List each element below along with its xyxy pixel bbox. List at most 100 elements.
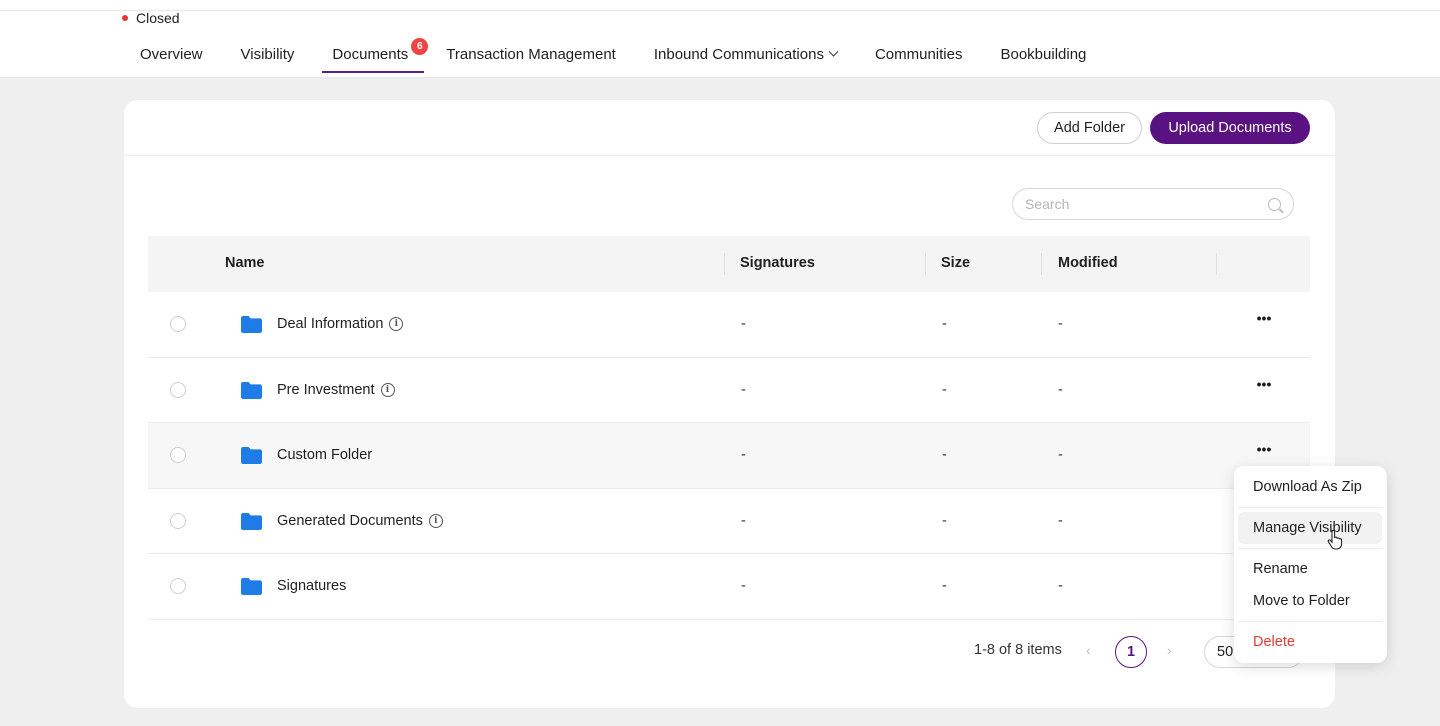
menu-item-delete[interactable]: Delete xyxy=(1238,626,1382,658)
folder-name[interactable]: Pre Investment i xyxy=(277,382,395,398)
folder-name-text: Signatures xyxy=(277,578,347,594)
info-icon[interactable]: i xyxy=(428,513,443,528)
tab-inbound-communications[interactable]: Inbound Communications xyxy=(653,46,839,73)
folder-icon xyxy=(241,316,262,333)
more-actions-icon[interactable]: ••• xyxy=(1256,377,1272,396)
status-dot-icon xyxy=(122,15,128,21)
deal-status: Closed xyxy=(122,10,180,26)
menu-item-download-zip[interactable]: Download As Zip xyxy=(1238,471,1382,503)
tab-label: Inbound Communications xyxy=(653,46,824,63)
folder-name-text: Generated Documents xyxy=(277,512,423,529)
page-size-value: 50 xyxy=(1217,644,1234,660)
row-select-radio[interactable] xyxy=(170,512,186,529)
signatures-cell: - xyxy=(741,381,746,398)
status-label: Closed xyxy=(136,10,180,26)
pagination: 1-8 of 8 items ‹ 1 › 50 xyxy=(124,636,1335,668)
menu-divider xyxy=(1238,507,1382,508)
row-select-radio[interactable] xyxy=(170,447,186,463)
folder-name-text: Deal Information xyxy=(277,316,384,332)
tab-transaction-management[interactable]: Transaction Management xyxy=(446,46,616,73)
row-context-menu: Download As Zip Manage Visibility Rename… xyxy=(1234,466,1387,663)
folder-name[interactable]: Deal Information i xyxy=(277,316,404,332)
row-select-radio[interactable] xyxy=(170,578,186,594)
card-toolbar: Add Folder Upload Documents xyxy=(124,100,1335,156)
column-header-size[interactable]: Size xyxy=(941,255,970,271)
table-row[interactable]: Generated Documents i - - - xyxy=(148,489,1310,554)
folder-icon xyxy=(241,447,262,464)
table-header: Name Signatures Size Modified xyxy=(148,236,1310,292)
tab-overview[interactable]: Overview xyxy=(140,46,203,73)
column-divider xyxy=(925,253,926,275)
modified-cell: - xyxy=(1058,316,1063,332)
pagination-summary: 1-8 of 8 items xyxy=(974,642,1062,658)
folder-icon xyxy=(241,578,262,595)
search-icon[interactable] xyxy=(1268,197,1281,211)
menu-divider xyxy=(1238,621,1382,622)
folder-name[interactable]: Custom Folder xyxy=(277,447,372,463)
column-header-name[interactable]: Name xyxy=(225,255,265,271)
signatures-cell: - xyxy=(741,447,746,463)
tab-bookbuilding[interactable]: Bookbuilding xyxy=(1000,46,1086,73)
signatures-cell: - xyxy=(741,316,746,332)
menu-item-move-to-folder[interactable]: Move to Folder xyxy=(1238,585,1382,617)
folder-name-text: Custom Folder xyxy=(277,447,373,463)
info-icon[interactable]: i xyxy=(380,382,395,397)
folder-icon xyxy=(241,381,262,399)
column-divider xyxy=(724,253,725,275)
tab-documents[interactable]: Documents 6 xyxy=(322,38,429,73)
tab-bar: Overview Visibility Documents 6 Transact… xyxy=(140,38,1124,78)
tab-label: Bookbuilding xyxy=(1000,46,1087,63)
column-header-signatures[interactable]: Signatures xyxy=(740,255,815,271)
column-divider xyxy=(1041,253,1042,275)
table-row[interactable]: Custom Folder - - - ••• xyxy=(148,423,1310,489)
more-actions-icon[interactable]: ••• xyxy=(1256,311,1272,330)
tab-label: Visibility xyxy=(240,46,295,63)
folder-name[interactable]: Signatures xyxy=(277,578,346,594)
tab-visibility[interactable]: Visibility xyxy=(241,46,295,73)
more-actions-icon[interactable]: ••• xyxy=(1256,442,1272,461)
size-cell: - xyxy=(942,316,947,332)
table-row[interactable]: Signatures - - - xyxy=(148,554,1310,620)
hand-cursor-icon xyxy=(1327,530,1343,550)
menu-item-rename[interactable]: Rename xyxy=(1238,553,1382,585)
tab-label: Transaction Management xyxy=(446,46,616,63)
table-row[interactable]: Pre Investment i - - - ••• xyxy=(148,358,1310,423)
chevron-right-icon[interactable]: › xyxy=(1167,642,1172,658)
size-cell: - xyxy=(942,447,947,463)
documents-count-badge: 6 xyxy=(411,38,429,55)
tab-communities[interactable]: Communities xyxy=(875,46,963,73)
size-cell: - xyxy=(942,578,947,594)
signatures-cell: - xyxy=(741,578,746,594)
info-icon[interactable]: i xyxy=(389,317,404,331)
modified-cell: - xyxy=(1058,512,1063,529)
search-input[interactable] xyxy=(1025,196,1268,212)
add-folder-button[interactable]: Add Folder xyxy=(1037,112,1142,144)
modified-cell: - xyxy=(1058,578,1063,594)
folder-name[interactable]: Generated Documents i xyxy=(277,513,443,529)
top-bar: Closed Overview Visibility Documents 6 T… xyxy=(0,0,1440,78)
tab-label: Overview xyxy=(140,46,203,63)
folder-name-text: Pre Investment xyxy=(277,381,375,398)
documents-table: Name Signatures Size Modified Deal Infor… xyxy=(148,236,1310,620)
upload-documents-button[interactable]: Upload Documents xyxy=(1150,112,1310,144)
chevron-left-icon[interactable]: ‹ xyxy=(1086,642,1091,658)
signatures-cell: - xyxy=(741,512,746,529)
documents-card: Add Folder Upload Documents Name Signatu… xyxy=(124,100,1335,708)
folder-icon xyxy=(241,512,262,530)
column-divider xyxy=(1216,253,1217,275)
size-cell: - xyxy=(942,512,947,529)
menu-item-manage-visibility[interactable]: Manage Visibility xyxy=(1238,512,1382,544)
tab-label: Documents xyxy=(332,46,409,63)
page-button-current[interactable]: 1 xyxy=(1115,636,1147,668)
chevron-down-icon xyxy=(828,46,839,57)
row-select-radio[interactable] xyxy=(170,381,186,398)
table-row[interactable]: Deal Information i - - - ••• xyxy=(148,292,1310,358)
modified-cell: - xyxy=(1058,447,1063,463)
column-header-modified[interactable]: Modified xyxy=(1058,255,1118,271)
modified-cell: - xyxy=(1058,381,1063,398)
menu-divider xyxy=(1238,548,1382,549)
tab-label: Communities xyxy=(874,46,963,63)
row-select-radio[interactable] xyxy=(170,316,186,332)
size-cell: - xyxy=(942,381,947,398)
search-box xyxy=(1012,188,1294,220)
